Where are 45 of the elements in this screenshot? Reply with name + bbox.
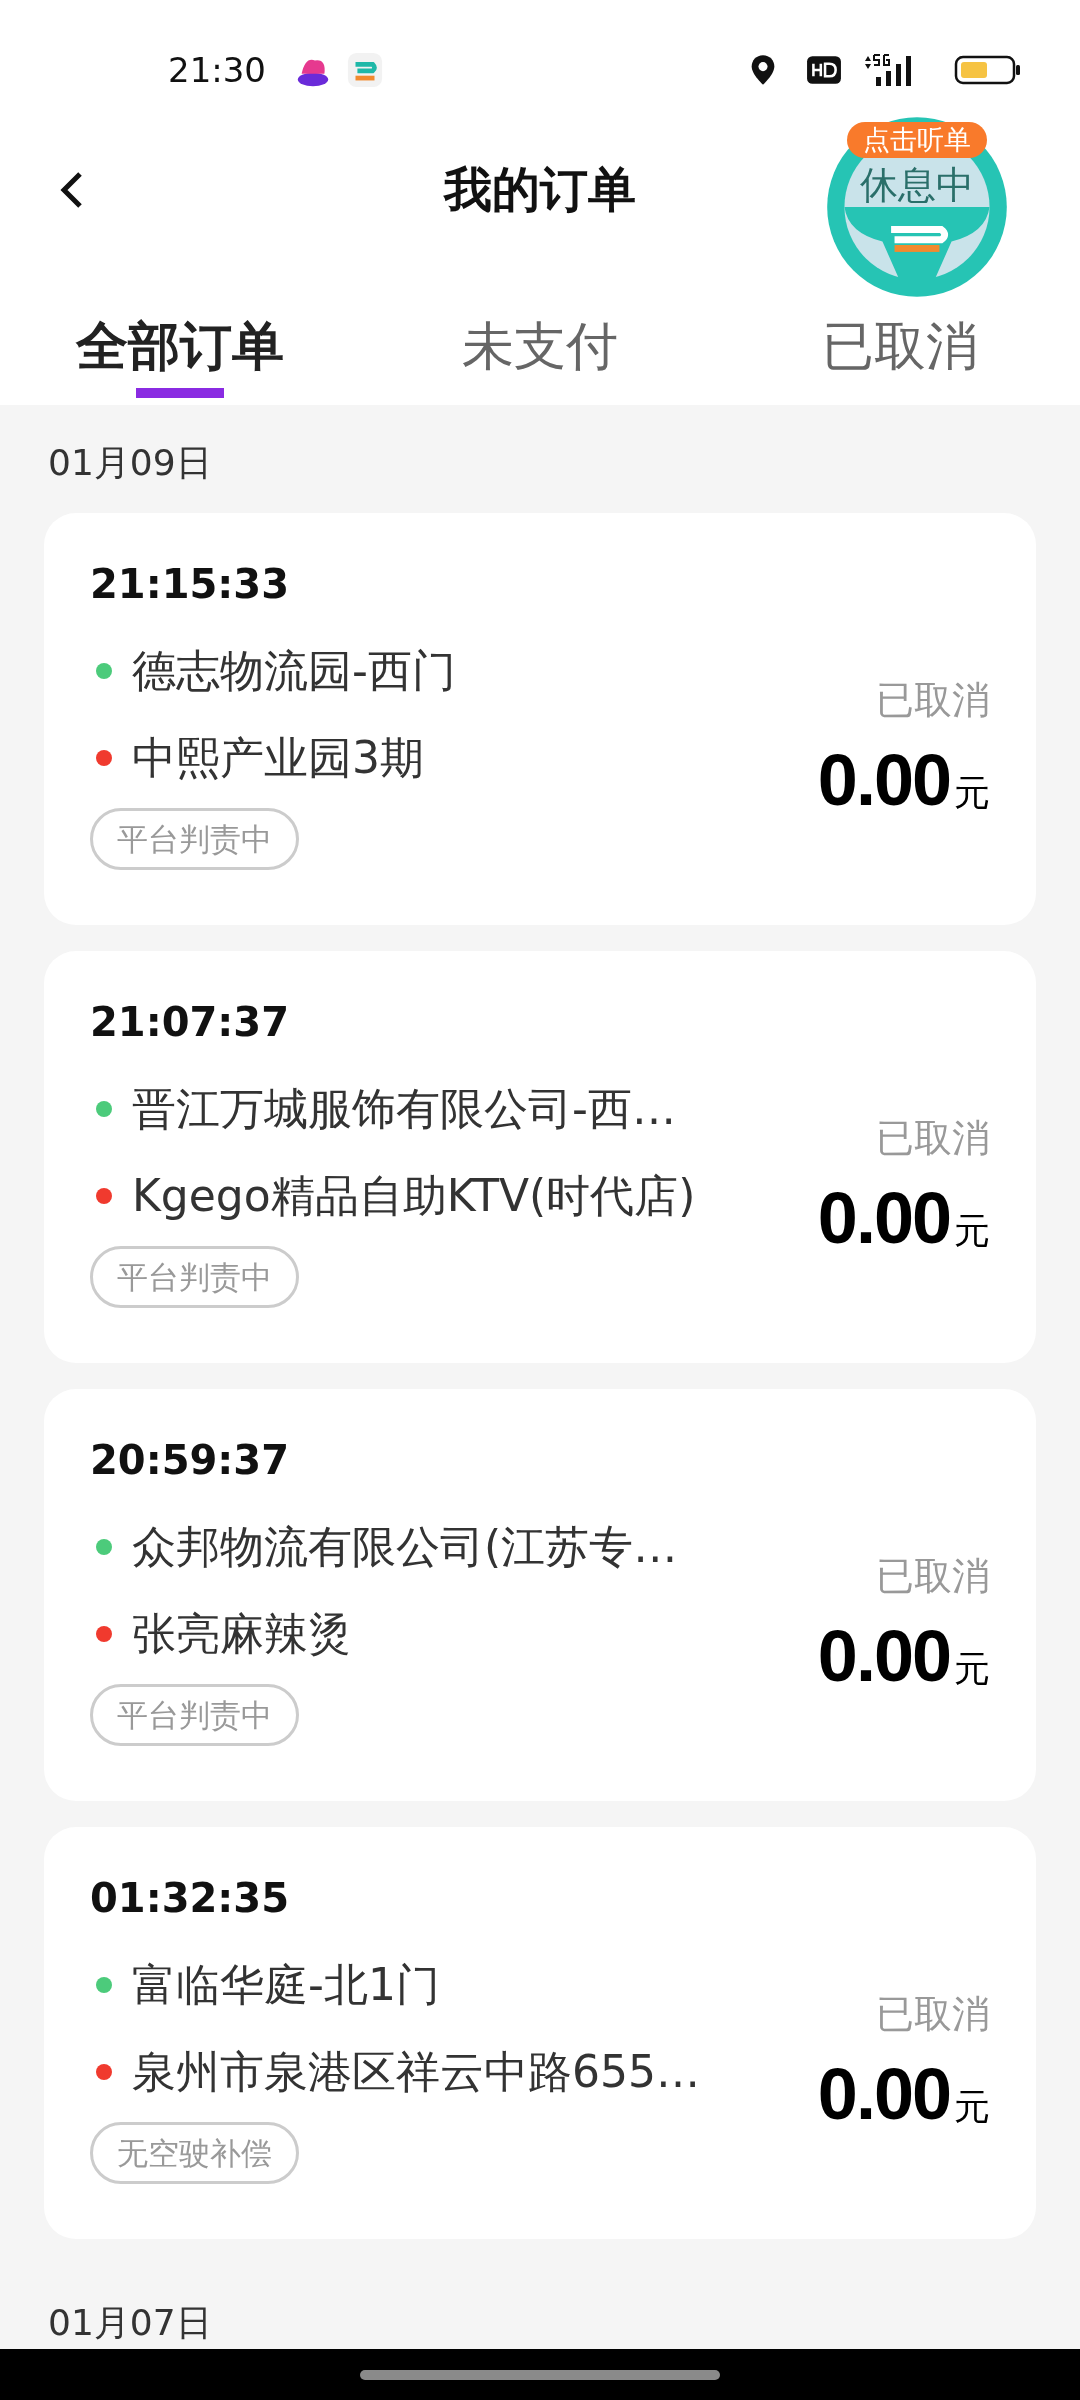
- currency-unit: 元: [954, 1647, 990, 1691]
- battery-icon: [954, 53, 1022, 87]
- status-tag: 平台判责中: [90, 1684, 299, 1746]
- status-tag: 无空驶补偿: [90, 2122, 299, 2184]
- tab[interactable]: 已取消: [720, 312, 1080, 400]
- address-text: 中熙产业园3期: [132, 730, 424, 785]
- order-status: 已取消: [876, 1553, 990, 1600]
- date-heading: 01月07日: [47, 2301, 213, 2345]
- order-time: 01:32:35: [90, 1874, 289, 1923]
- badge-tag: 点击听单: [847, 122, 987, 158]
- order-amount: 0.00: [817, 2053, 950, 2135]
- currency-unit: 元: [954, 771, 990, 815]
- order-status: 已取消: [876, 677, 990, 724]
- order-status: 已取消: [876, 1991, 990, 2038]
- address-text: 众邦物流有限公司(江苏专…: [132, 1519, 678, 1574]
- listen-orders-button[interactable]: 点击听单 休息中: [822, 112, 1012, 302]
- status-tag: 平台判责中: [90, 808, 299, 870]
- app-icon: [346, 51, 384, 89]
- tab[interactable]: 未支付: [360, 312, 720, 400]
- address-text: 富临华庭-北1门: [132, 1957, 440, 2012]
- order-amount: 0.00: [817, 1177, 950, 1259]
- currency-unit: 元: [954, 2085, 990, 2129]
- order-card[interactable]: 01:32:35 富临华庭-北1门 泉州市泉港区祥云中路655… 无空驶补偿 已取消 0.00元: [44, 1827, 1036, 2239]
- address-text: 德志物流园-西门: [132, 643, 456, 698]
- page-title: 我的订单: [444, 160, 636, 219]
- order-amount: 0.00: [817, 1615, 950, 1697]
- badge-status: 休息中: [859, 163, 975, 208]
- currency-unit: 元: [954, 1209, 990, 1253]
- order-card[interactable]: 20:59:37 众邦物流有限公司(江苏专… 张亮麻辣烫 平台判责中 已取消 0.00元: [44, 1389, 1036, 1801]
- status-time: 21:30: [168, 50, 266, 90]
- date-heading: 01月09日: [47, 441, 213, 485]
- order-status: 已取消: [876, 1115, 990, 1162]
- home-indicator[interactable]: [360, 2369, 720, 2380]
- status-tag: 平台判责中: [90, 1246, 299, 1308]
- order-time: 21:07:37: [90, 998, 289, 1047]
- hd-icon: [806, 53, 842, 87]
- address-text: 张亮麻辣烫: [132, 1606, 352, 1661]
- address-text: 晋江万城服饰有限公司-西…: [132, 1081, 676, 1136]
- order-time: 20:59:37: [90, 1436, 289, 1485]
- address-text: Kgego精品自助KTV(时代店): [132, 1168, 696, 1223]
- order-time: 21:15:33: [90, 560, 289, 609]
- address-text: 泉州市泉港区祥云中路655…: [132, 2044, 700, 2099]
- order-card[interactable]: 21:07:37 晋江万城服饰有限公司-西… Kgego精品自助KTV(时代店) 平台判责中 已取消 0.00元: [44, 951, 1036, 1363]
- order-amount: 0.00: [817, 739, 950, 821]
- order-card[interactable]: 21:15:33 德志物流园-西门 中熙产业园3期 平台判责中 已取消 0.00元: [44, 513, 1036, 925]
